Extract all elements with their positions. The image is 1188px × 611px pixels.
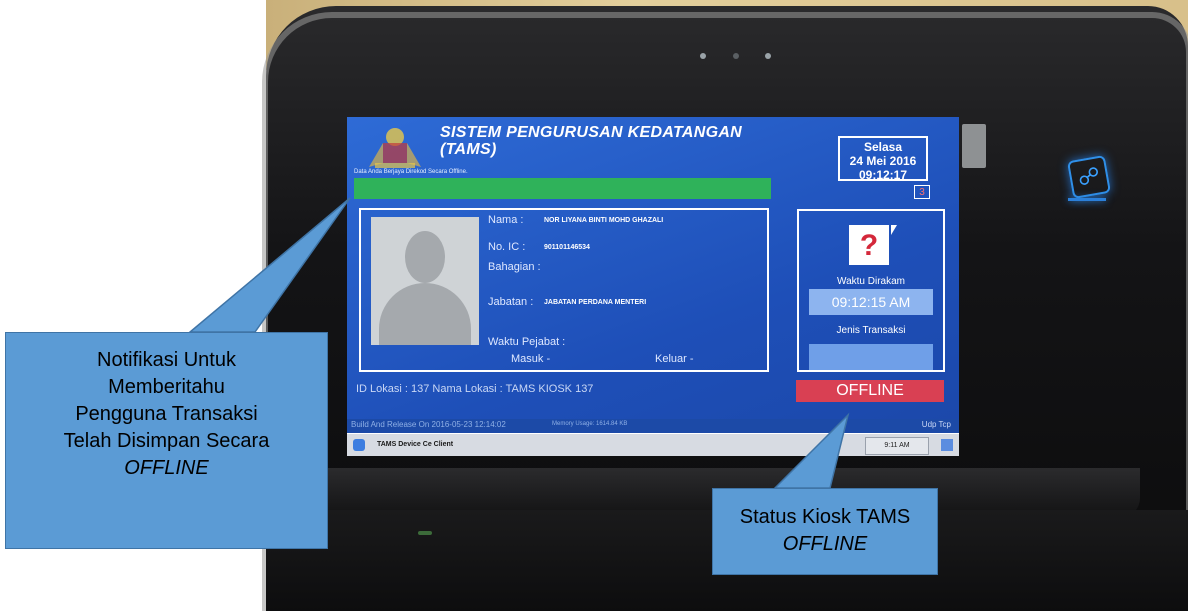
left-callout-tail [187,197,351,333]
right-callout-tail [773,412,850,489]
left-callout-line4: Telah Disimpan Secara [63,430,270,452]
right-callout-offline: OFFLINE [782,533,868,555]
left-callout-line2: Memberitahu [108,376,225,398]
left-callout-line3: Pengguna Transaksi [75,403,258,425]
left-callout-line1: Notifikasi Untuk [97,349,236,371]
left-callout-line5: OFFLINE [6,455,327,482]
left-callout-offline: OFFLINE [124,457,209,479]
right-callout-line1: Status Kiosk TAMS [739,506,911,528]
left-callout: Notifikasi Untuk Memberitahu Pengguna Tr… [5,332,328,549]
right-callout: Status Kiosk TAMS OFFLINE [712,488,938,575]
right-callout-line2: OFFLINE [713,531,937,558]
